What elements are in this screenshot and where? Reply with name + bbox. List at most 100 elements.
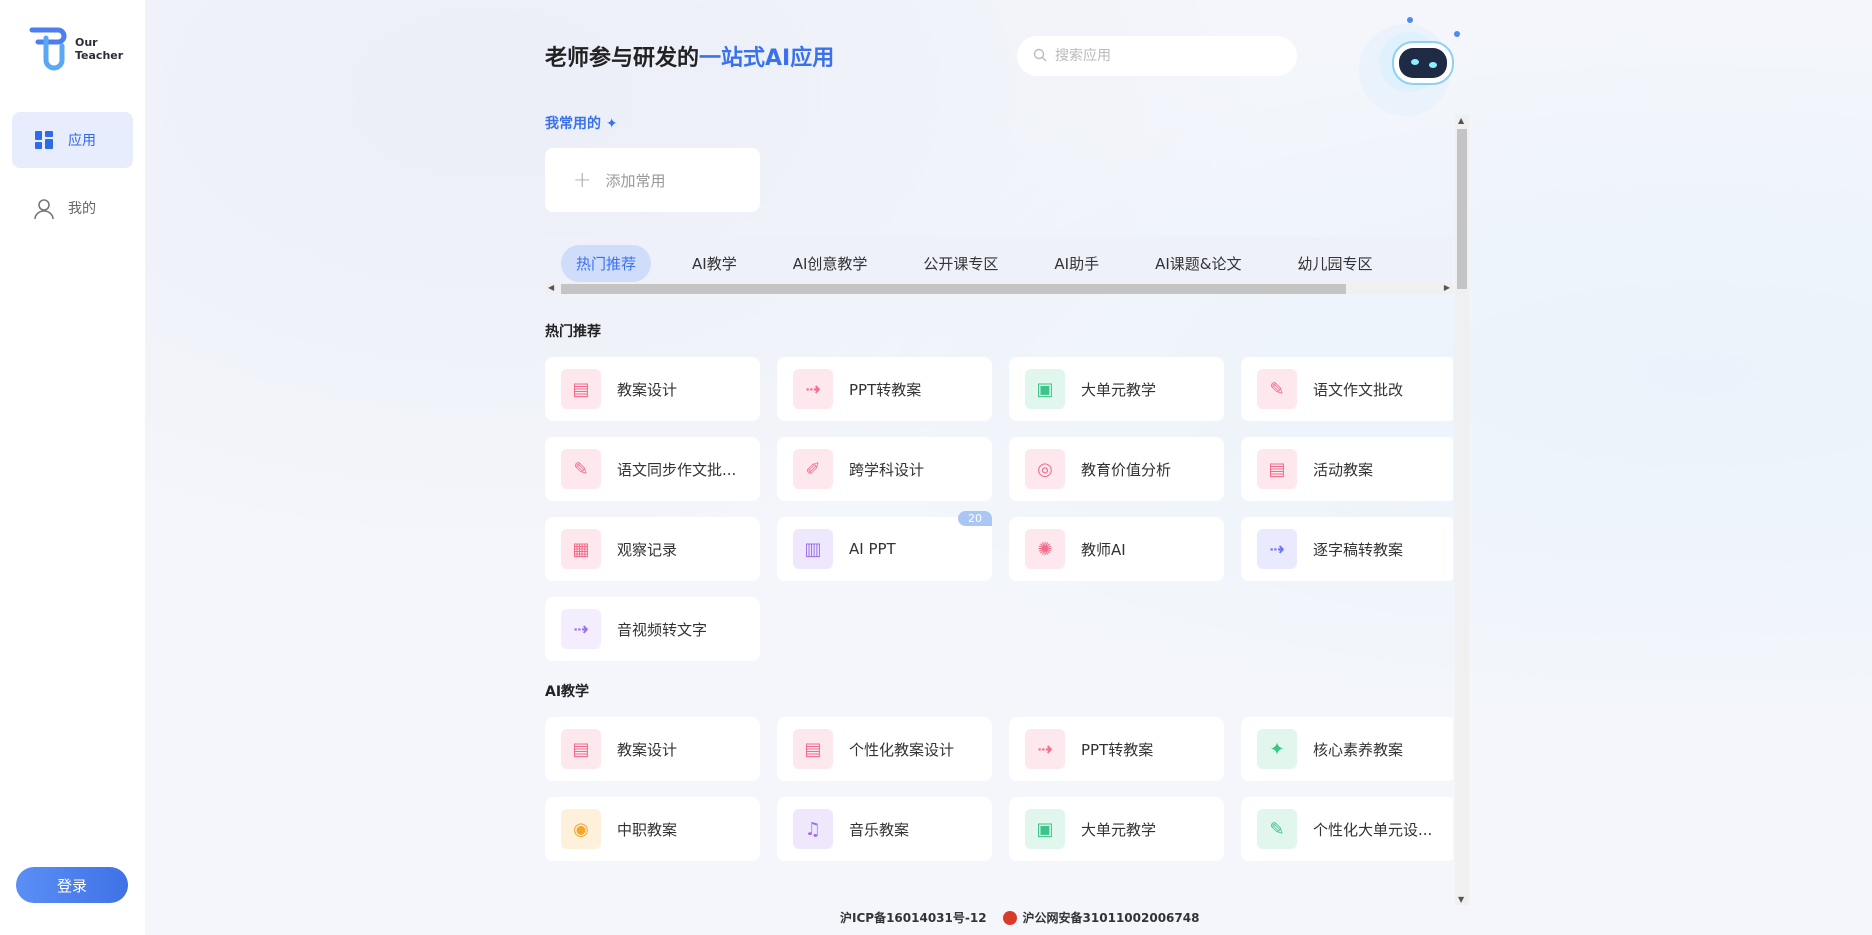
sync-essay-icon: ✎	[561, 449, 601, 489]
grid-icon	[34, 130, 54, 150]
app-card[interactable]: ⇢ PPT转教案	[1009, 717, 1224, 781]
app-card[interactable]: ▤ 教案设计	[545, 717, 760, 781]
app-card[interactable]: ✺ 教师AI	[1009, 517, 1224, 581]
add-favorite-label: 添加常用	[605, 171, 666, 190]
av-convert-icon: ⇢	[561, 609, 601, 649]
sidebar-item-mine[interactable]: 我的	[12, 180, 133, 236]
app-card[interactable]: ⇢ PPT转教案	[777, 357, 992, 421]
app-card[interactable]: ▣ 大单元教学	[1009, 797, 1224, 861]
tab-ai-research[interactable]: AI课题&论文	[1140, 245, 1256, 282]
custom-unit-icon: ✎	[1257, 809, 1297, 849]
add-favorite-button[interactable]: + 添加常用	[545, 148, 760, 212]
app-name: PPT转教案	[849, 380, 922, 399]
horizontal-scrollbar[interactable]: ◀ ▶	[545, 282, 1453, 294]
scroll-left-icon[interactable]: ◀	[548, 283, 554, 292]
title-highlight: 一站式AI应用	[699, 46, 835, 71]
app-card[interactable]: ▦ 观察记录	[545, 517, 760, 581]
app-card[interactable]: ▤ 教案设计	[545, 357, 760, 421]
app-name: 音乐教案	[849, 820, 910, 839]
app-name: 语文同步作文批...	[617, 460, 737, 479]
app-name: 核心素养教案	[1313, 740, 1404, 759]
sidebar-item-label: 我的	[68, 201, 96, 217]
ppt-file-icon: ▥	[793, 529, 833, 569]
app-name: 语文作文批改	[1313, 380, 1404, 399]
footer: 沪ICP备16014031号-12 沪公网安备31011002006748	[840, 909, 1199, 926]
app-name: 个性化教案设计	[849, 740, 955, 759]
clipboard-icon: ▤	[561, 369, 601, 409]
logo-line1: Our	[75, 36, 98, 49]
app-card[interactable]: ✎ 个性化大单元设...	[1241, 797, 1453, 861]
tab-hot[interactable]: 热门推荐	[561, 244, 652, 282]
logo-line2: Teacher	[75, 49, 124, 62]
scroll-down-icon[interactable]: ▼	[1458, 895, 1464, 904]
sidebar-item-apps[interactable]: 应用	[12, 112, 133, 168]
core-literacy-icon: ✦	[1257, 729, 1297, 769]
icp-text[interactable]: 沪ICP备16014031号-12	[840, 909, 987, 926]
app-card[interactable]: ▥ AI PPT 20	[777, 511, 992, 581]
tab-ai-creative[interactable]: AI创意教学	[778, 245, 883, 282]
app-card[interactable]: ✐ 跨学科设计	[777, 437, 992, 501]
scrollbar-thumb[interactable]	[561, 284, 1346, 294]
sparkle-icon: ✦	[605, 116, 618, 132]
app-name: 中职教案	[617, 820, 678, 839]
teacher-board-icon: ▣	[1025, 369, 1065, 409]
app-card[interactable]: ◎ 教育价值分析	[1009, 437, 1224, 501]
target-analysis-icon: ◎	[1025, 449, 1065, 489]
app-card[interactable]: ⇢ 音视频转文字	[545, 597, 760, 661]
app-card[interactable]: ✦ 核心素养教案	[1241, 717, 1453, 781]
app-card[interactable]: ▣ 大单元教学	[1009, 357, 1224, 421]
app-name: 大单元教学	[1081, 820, 1157, 839]
clipboard-icon: ▤	[1257, 449, 1297, 489]
teacher-board-icon: ▣	[1025, 809, 1065, 849]
search-box[interactable]	[1017, 36, 1297, 76]
app-name: 音视频转文字	[617, 620, 708, 639]
vocational-icon: ◉	[561, 809, 601, 849]
app-card[interactable]: ♫ 音乐教案	[777, 797, 992, 861]
tab-kindergarten[interactable]: 幼儿园专区	[1282, 245, 1387, 282]
vertical-scrollbar[interactable]: ▲ ▼	[1455, 115, 1469, 905]
app-name: 观察记录	[617, 540, 678, 559]
user-icon	[34, 198, 54, 220]
police-emblem-icon	[1002, 910, 1017, 925]
app-name: 教师AI	[1081, 540, 1126, 559]
app-name: 教案设计	[617, 380, 678, 399]
logo-icon	[28, 24, 72, 74]
app-name: 个性化大单元设...	[1313, 820, 1433, 839]
app-name: 逐字稿转教案	[1313, 540, 1404, 559]
search-icon	[1033, 47, 1047, 66]
scrollbar-thumb[interactable]	[1457, 129, 1467, 289]
scroll-up-icon[interactable]: ▲	[1458, 116, 1464, 125]
search-input[interactable]	[1055, 48, 1275, 64]
scroll-right-icon[interactable]: ▶	[1444, 283, 1450, 292]
title-plain: 老师参与研发的	[545, 46, 700, 71]
ppt-convert-icon: ⇢	[793, 369, 833, 409]
app-name: 跨学科设计	[849, 460, 925, 479]
pencil-ruler-icon: ✐	[793, 449, 833, 489]
login-button[interactable]: 登录	[16, 867, 128, 903]
robot-mascot-icon[interactable]	[1345, 10, 1465, 120]
custom-plan-icon: ▤	[793, 729, 833, 769]
favorites-title: 我常用的 ✦	[545, 116, 618, 132]
logo[interactable]: Our Teacher	[28, 24, 123, 74]
app-card[interactable]: ⇢ 逐字稿转教案	[1241, 517, 1453, 581]
record-icon: ▦	[561, 529, 601, 569]
tab-ai-assistant[interactable]: AI助手	[1039, 245, 1114, 282]
tab-open-class[interactable]: 公开课专区	[908, 245, 1013, 282]
app-name: 大单元教学	[1081, 380, 1157, 399]
police-record-text[interactable]: 沪公网安备31011002006748	[1023, 909, 1200, 926]
app-card[interactable]: ◉ 中职教案	[545, 797, 760, 861]
transcript-icon: ⇢	[1257, 529, 1297, 569]
app-card[interactable]: ▤ 个性化教案设计	[777, 717, 992, 781]
sidebar-item-label: 应用	[68, 133, 96, 149]
logo-text: Our Teacher	[75, 36, 123, 62]
app-name: PPT转教案	[1081, 740, 1154, 759]
app-name: AI PPT	[849, 540, 896, 558]
app-card[interactable]: ✎ 语文作文批改	[1241, 357, 1453, 421]
plus-icon: +	[573, 167, 592, 193]
page-title: 老师参与研发的一站式AI应用	[545, 40, 834, 72]
clipboard-icon: ▤	[561, 729, 601, 769]
app-card[interactable]: ▤ 活动教案	[1241, 437, 1453, 501]
section-title: 热门推荐	[545, 324, 601, 340]
tab-ai-teaching[interactable]: AI教学	[677, 245, 752, 282]
app-card[interactable]: ✎ 语文同步作文批...	[545, 437, 760, 501]
